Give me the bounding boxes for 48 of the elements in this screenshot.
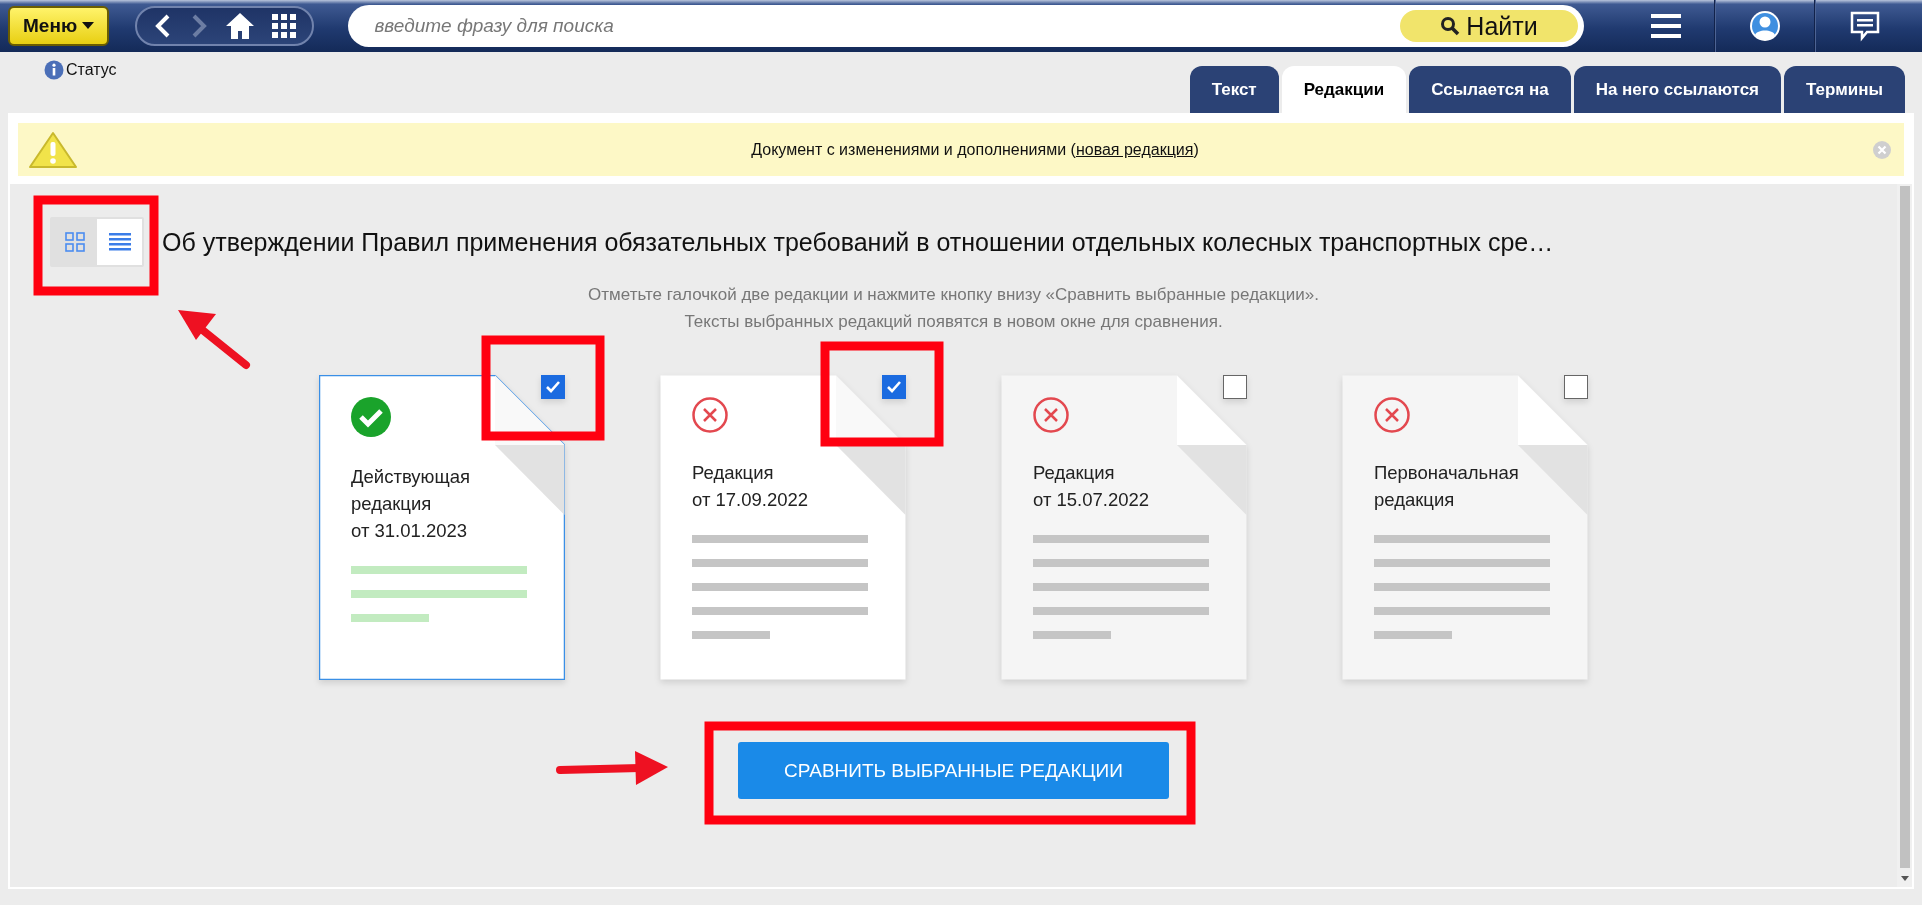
list-view-button[interactable] <box>97 219 142 265</box>
revision-card[interactable]: Редакция от 17.09.2022 <box>660 375 906 680</box>
search-icon <box>1440 16 1461 36</box>
list-view-icon <box>108 232 131 252</box>
menu-icon[interactable] <box>1651 13 1681 39</box>
revision-title: Действующая редакция от 31.01.2023 <box>351 465 471 543</box>
tab[interactable]: Текст <box>1189 66 1279 113</box>
status-link[interactable]: Статус <box>66 61 117 79</box>
checkmark-icon <box>545 380 561 394</box>
revision-card[interactable]: Редакция от 15.07.2022 <box>1001 375 1247 680</box>
search-button[interactable]: Найти <box>1400 10 1578 42</box>
cross-circle-icon <box>1374 397 1410 433</box>
checkmark-icon <box>886 380 902 394</box>
home-icon[interactable] <box>224 12 255 40</box>
checkbox[interactable] <box>1223 375 1247 399</box>
notice-text: Документ с изменениями и дополнениями (новая редакция) <box>750 140 1200 159</box>
info-icon <box>44 60 64 80</box>
instruction-text: Тексты выбранных редакций появятся в новом окне для сравнения. <box>683 311 1224 333</box>
chat-icon[interactable] <box>1849 10 1881 42</box>
scroll-down-icon[interactable] <box>1900 876 1909 881</box>
check-circle-icon <box>351 397 391 437</box>
revision-card[interactable]: Действующая редакция от 31.01.2023 <box>319 375 565 680</box>
tab[interactable]: Редакции <box>1281 66 1407 113</box>
revision-title: Редакция от 15.07.2022 <box>1033 461 1151 512</box>
search-field[interactable]: введите фразу для поиска Найти <box>348 5 1584 47</box>
tab[interactable]: Термины <box>1784 66 1905 113</box>
cross-circle-icon <box>1033 397 1069 433</box>
compare-button[interactable]: СРАВНИТЬ ВЫБРАННЫЕ РЕДАКЦИИ <box>738 742 1169 799</box>
menu-button[interactable]: Меню <box>8 6 110 46</box>
new-revision-link[interactable]: новая редакция <box>1075 140 1194 158</box>
revision-card[interactable]: Первоначальная редакция <box>1342 375 1588 680</box>
checkbox[interactable] <box>541 375 565 399</box>
caret-icon <box>82 22 95 30</box>
user-icon[interactable] <box>1749 10 1781 42</box>
checkbox[interactable] <box>882 375 906 399</box>
revision-title: Первоначальная редакция <box>1374 461 1520 512</box>
checkbox[interactable] <box>1564 375 1588 399</box>
instruction-text: Отметьте галочкой две редакции и нажмите кнопку внизу «Сравнить выбранные редакции». <box>587 284 1320 306</box>
scrollbar[interactable] <box>1897 184 1912 887</box>
grid-view-icon <box>64 232 85 252</box>
tab[interactable]: Ссылается на <box>1409 66 1571 113</box>
revision-title: Редакция от 17.09.2022 <box>692 461 810 512</box>
tab[interactable]: На него ссылаются <box>1573 66 1782 113</box>
annotation-arrow <box>178 310 250 369</box>
cross-circle-icon <box>692 397 728 433</box>
warning-icon <box>28 130 78 169</box>
document-title: Об утверждении Правил применения обязательных требований в отношении отдельных колесных транспортных сре… <box>162 227 1554 257</box>
grid-icon[interactable] <box>270 13 297 39</box>
